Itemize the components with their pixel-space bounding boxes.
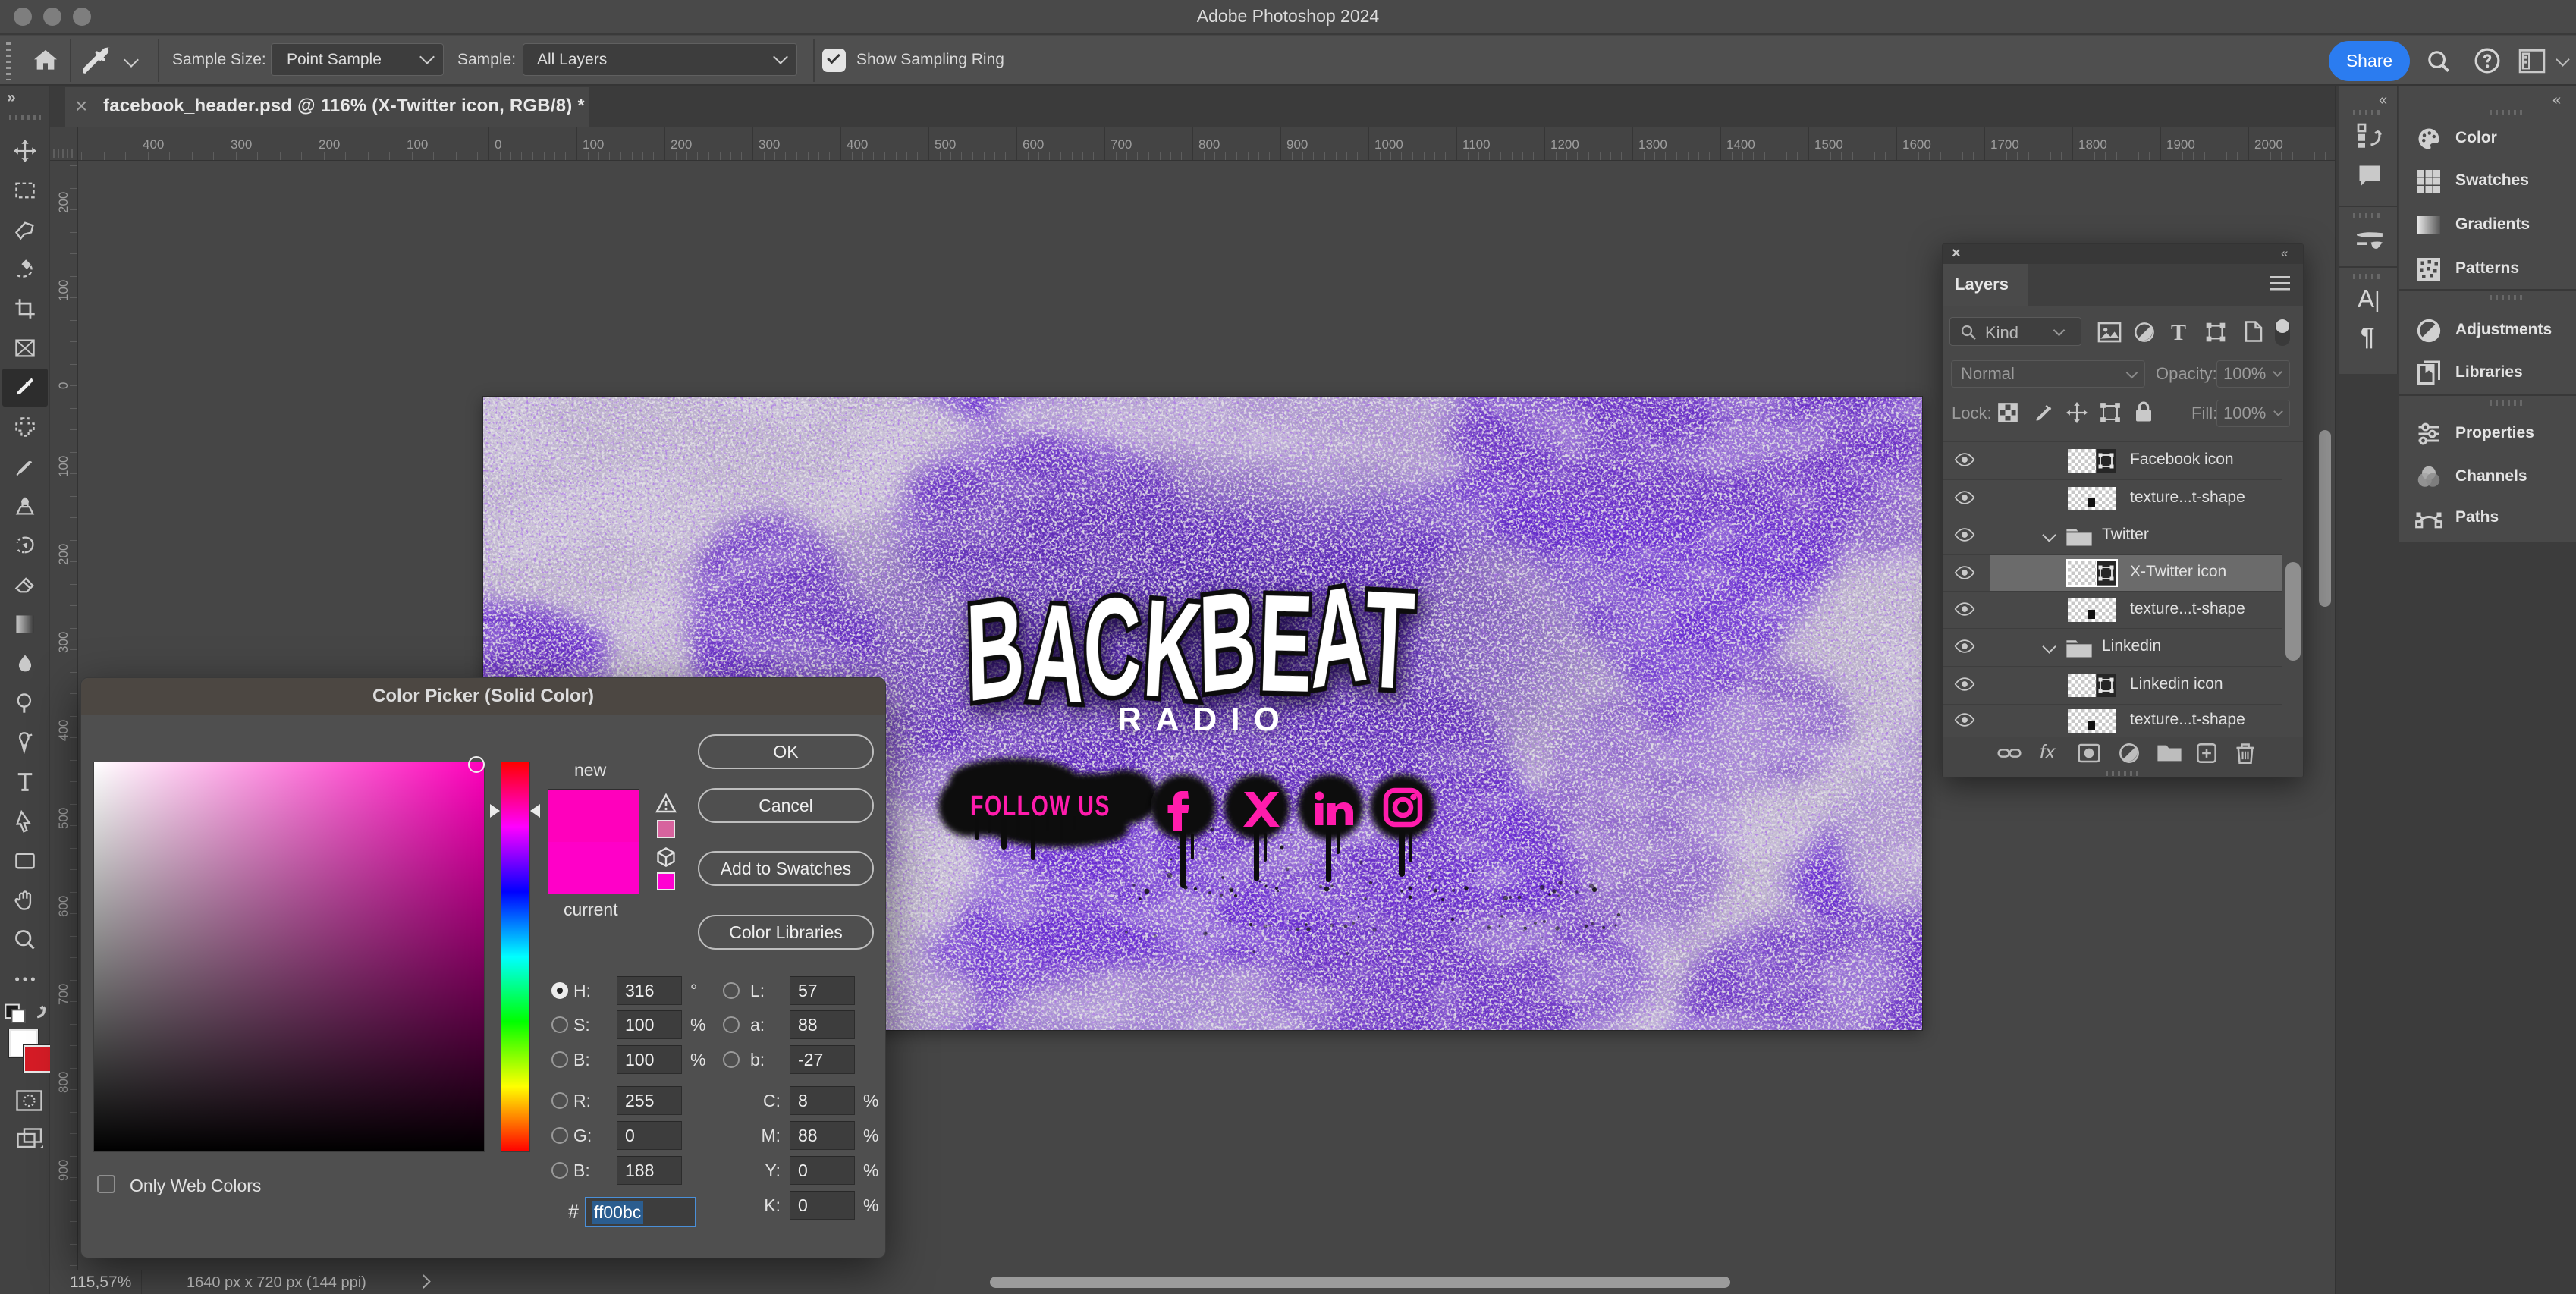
- svg-text:RADIO: RADIO: [1117, 701, 1293, 738]
- svg-text:FOLLOW US: FOLLOW US: [970, 790, 1111, 822]
